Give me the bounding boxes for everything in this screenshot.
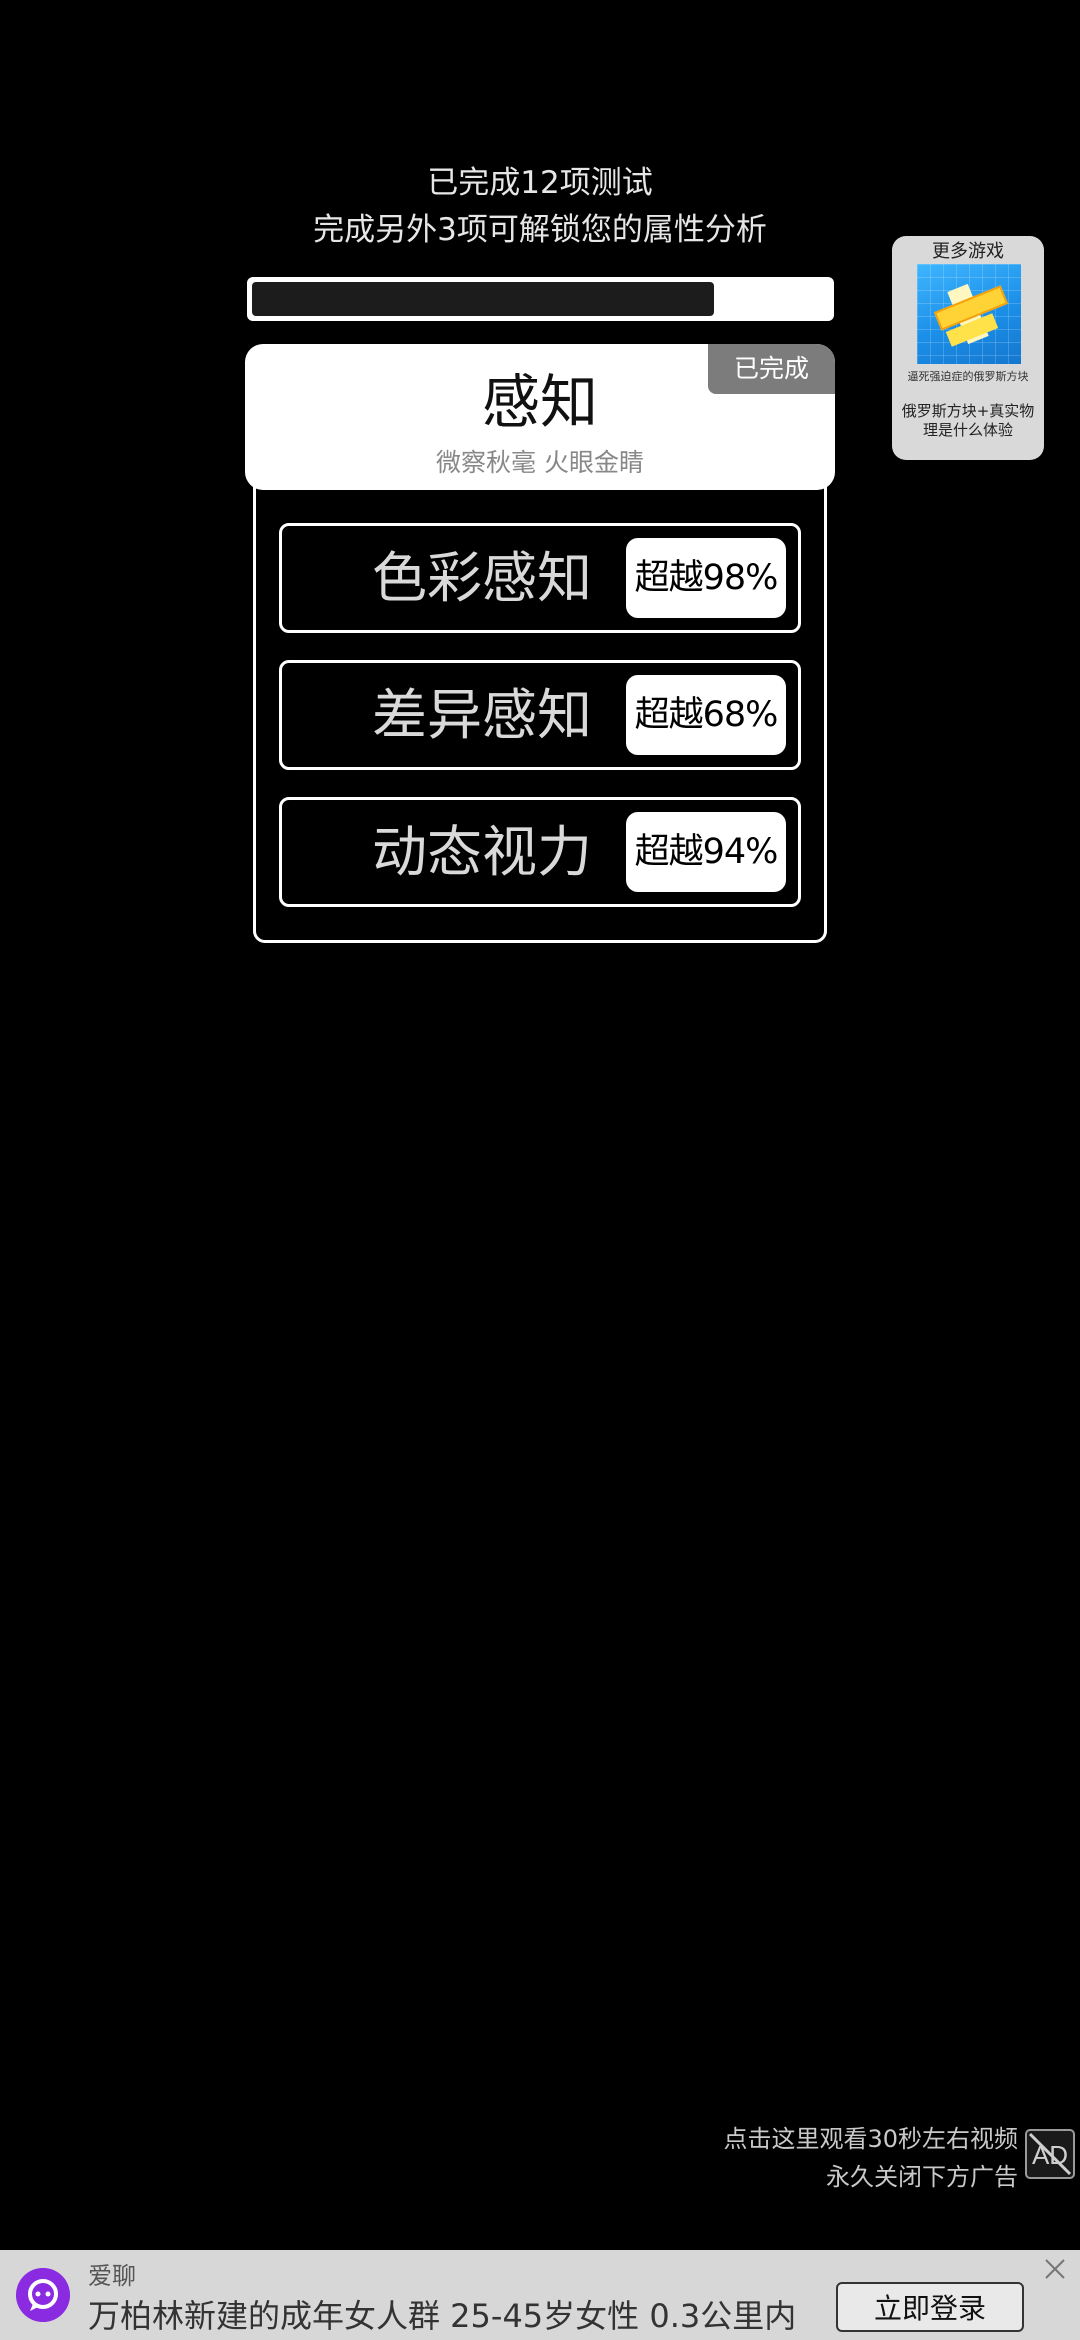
game-description: 俄罗斯方块+真实物理是什么体验 (901, 402, 1035, 439)
test-row-dynamic-vision[interactable]: 动态视力 超越94% (279, 797, 801, 907)
completed-badge: 已完成 (708, 344, 835, 394)
test-score-badge: 超越68% (626, 675, 786, 755)
video-notice-line1: 点击这里观看30秒左右视频 (723, 2125, 1018, 2153)
category-card[interactable]: 感知 微察秋毫 火眼金睛 已完成 (245, 344, 835, 490)
game-thumbnail-image (917, 264, 1021, 364)
test-row-color-perception[interactable]: 色彩感知 超越98% (279, 523, 801, 633)
ad-text: 万柏林新建的成年女人群 25-45岁女性 0.3公里内 (88, 2297, 797, 2335)
test-score-badge: 超越98% (626, 538, 786, 618)
more-games-title: 更多游戏 (932, 241, 1004, 262)
progress-bar (247, 277, 834, 321)
completed-count-text: 已完成12项测试 (427, 165, 653, 201)
test-name: 色彩感知 (371, 546, 592, 610)
test-score-badge: 超越94% (626, 812, 786, 892)
ad-brand-name: 爱聊 (88, 2262, 136, 2290)
progress-bar-fill (252, 282, 714, 316)
ad-login-button[interactable]: 立即登录 (836, 2282, 1024, 2332)
test-name: 动态视力 (371, 820, 592, 884)
ad-off-icon[interactable]: AD (1024, 2128, 1076, 2180)
watch-video-remove-ads-link[interactable]: 点击这里观看30秒左右视频 永久关闭下方广告 (723, 2120, 1018, 2196)
close-icon[interactable] (1040, 2254, 1070, 2284)
game-thumbnail-caption: 逼死强迫症的俄罗斯方块 (907, 370, 1029, 383)
video-notice-line2: 永久关闭下方广告 (826, 2163, 1018, 2191)
more-games-widget[interactable]: 更多游戏 逼死强迫症的俄罗斯方块 俄罗斯方块+真实物理是什么体验 (892, 236, 1044, 460)
chat-app-logo-icon (16, 2268, 70, 2322)
test-name: 差异感知 (371, 683, 592, 747)
test-row-difference-perception[interactable]: 差异感知 超越68% (279, 660, 801, 770)
ad-banner[interactable]: 爱聊 万柏林新建的成年女人群 25-45岁女性 0.3公里内 立即登录 (0, 2250, 1080, 2340)
category-subtitle: 微察秋毫 火眼金睛 (436, 448, 644, 477)
